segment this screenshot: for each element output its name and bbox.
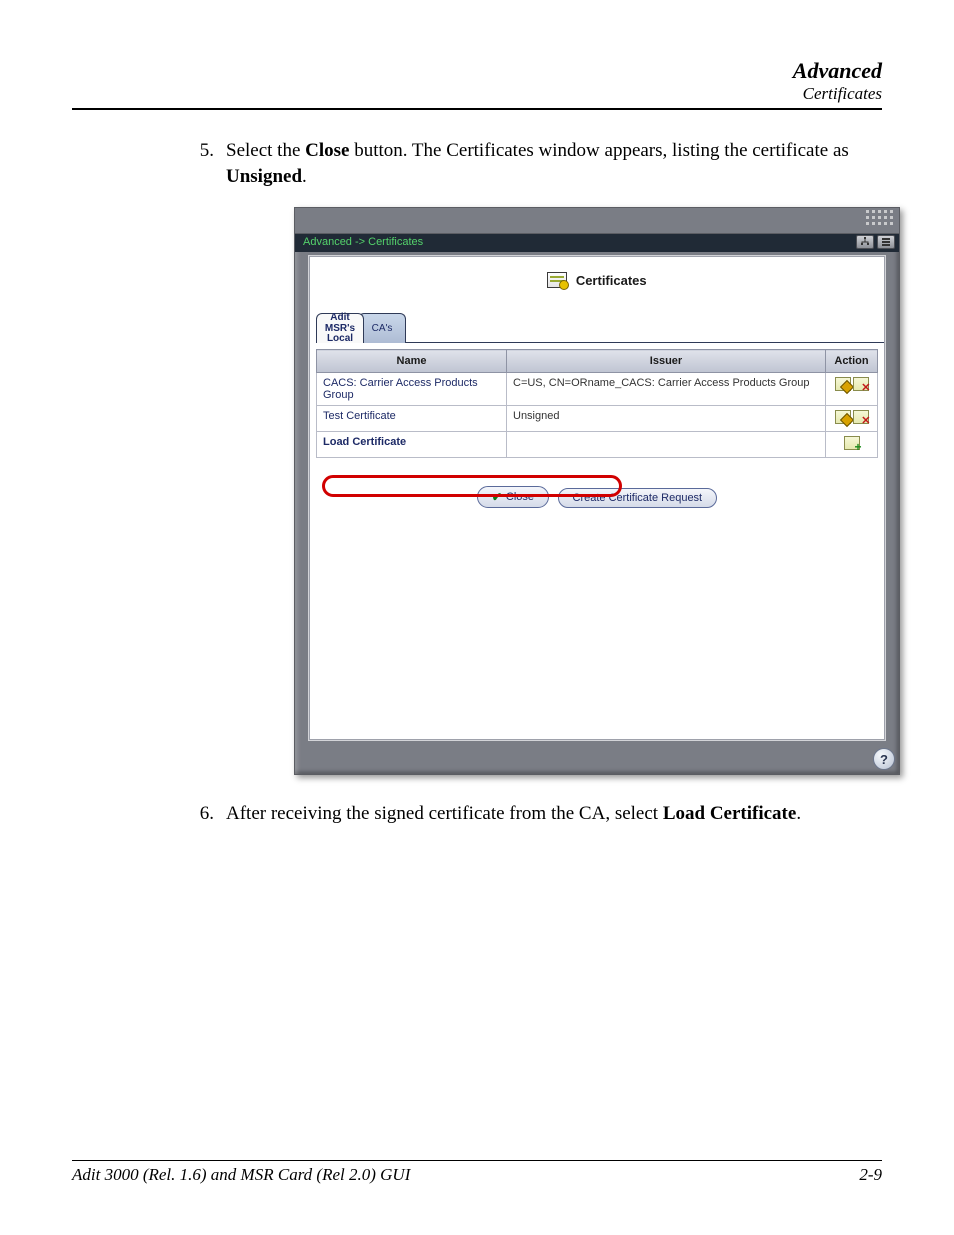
step-5: 5. Select the Close button. The Certific… [180, 138, 882, 189]
certificate-icon [547, 272, 567, 288]
running-header-title: Advanced [72, 58, 882, 84]
breadcrumb-bar: Advanced -> Certificates [295, 234, 899, 252]
certificates-window: Advanced -> Certificates Certificates Ad… [294, 207, 900, 775]
step-6-bold-load: Load Certificate [663, 803, 796, 824]
close-button[interactable]: ✔ Close [477, 486, 549, 508]
step-6-post: . [796, 803, 801, 824]
cert-actions [826, 432, 878, 458]
tab-adit-msr-local[interactable]: Adit MSR's Local [316, 313, 364, 343]
window-chrome-top [295, 208, 899, 234]
step-5-bold-unsigned: Unsigned [226, 166, 302, 187]
step-6-pre: After receiving the signed certificate f… [226, 803, 663, 824]
tab-cas[interactable]: CA's [358, 313, 406, 343]
running-header-subtitle: Certificates [72, 84, 882, 104]
cert-issuer: Unsigned [507, 406, 826, 432]
step-6: 6. After receiving the signed certificat… [180, 801, 882, 827]
cert-issuer: C=US, CN=ORname_CACS: Carrier Access Pro… [507, 373, 826, 406]
step-5-pre: Select the [226, 140, 305, 161]
step-5-mid: button. The Certificates window appears,… [349, 140, 848, 161]
grip-dots-icon [866, 210, 893, 225]
create-certificate-request-button[interactable]: Create Certificate Request [558, 488, 718, 508]
table-header-row: Name Issuer Action [317, 350, 878, 373]
step-5-bold-close: Close [305, 140, 349, 161]
delete-icon[interactable] [853, 410, 869, 424]
cert-issuer [507, 432, 826, 458]
delete-icon[interactable] [853, 377, 869, 391]
footer-rule [72, 1160, 882, 1161]
close-button-label: Close [506, 491, 534, 503]
edit-icon[interactable] [835, 377, 851, 391]
col-name: Name [317, 350, 507, 373]
cert-name[interactable]: Test Certificate [317, 406, 507, 432]
cert-actions [826, 373, 878, 406]
step-5-number: 5. [180, 138, 226, 164]
step-6-text: After receiving the signed certificate f… [226, 801, 882, 827]
page-title: Certificates [576, 273, 647, 288]
content-frame: Certificates Adit MSR's Local CA's Name … [309, 256, 885, 740]
button-row: ✔ Close Create Certificate Request [310, 458, 884, 508]
check-icon: ✔ [492, 490, 502, 504]
sitemap-icon[interactable] [856, 235, 874, 249]
footer-left: Adit 3000 (Rel. 1.6) and MSR Card (Rel 2… [72, 1165, 410, 1185]
certificates-table: Name Issuer Action CACS: Carrier Access … [316, 349, 878, 458]
create-cert-button-label: Create Certificate Request [573, 492, 703, 504]
tabs: Adit MSR's Local CA's [316, 313, 884, 343]
step-5-text: Select the Close button. The Certificate… [226, 138, 882, 189]
table-row: Test Certificate Unsigned [317, 406, 878, 432]
load-icon[interactable] [844, 436, 860, 450]
page-footer: Adit 3000 (Rel. 1.6) and MSR Card (Rel 2… [72, 1160, 882, 1185]
header-rule [72, 108, 882, 110]
step-5-post: . [302, 166, 307, 187]
col-issuer: Issuer [507, 350, 826, 373]
list-icon[interactable] [877, 235, 895, 249]
footer-page-number: 2-9 [859, 1165, 882, 1185]
breadcrumb: Advanced -> Certificates [303, 236, 423, 248]
cert-actions [826, 406, 878, 432]
table-row: CACS: Carrier Access Products Group C=US… [317, 373, 878, 406]
edit-icon[interactable] [835, 410, 851, 424]
cert-name[interactable]: CACS: Carrier Access Products Group [317, 373, 507, 406]
table-row: Load Certificate [317, 432, 878, 458]
help-button[interactable]: ? [873, 748, 895, 770]
step-6-number: 6. [180, 801, 226, 827]
load-certificate-link[interactable]: Load Certificate [317, 432, 507, 458]
col-action: Action [826, 350, 878, 373]
